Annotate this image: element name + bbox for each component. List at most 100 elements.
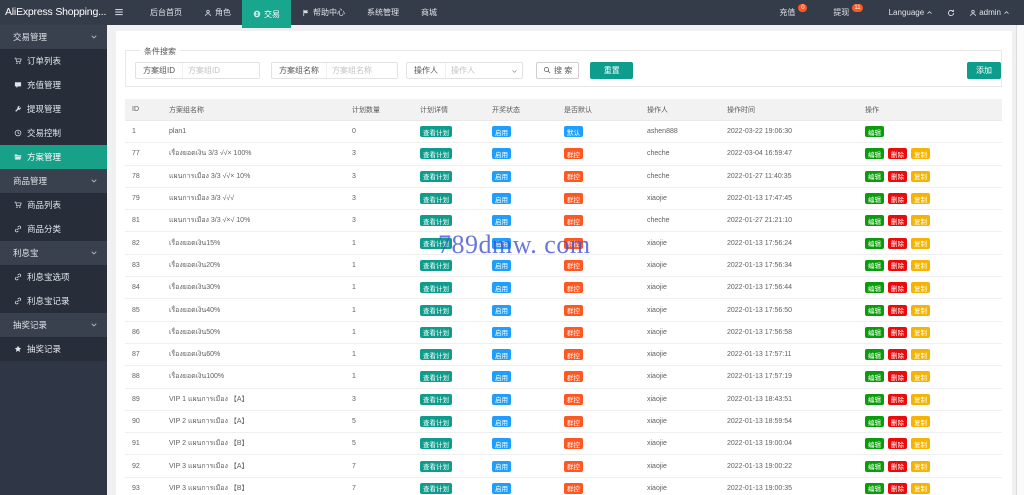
delete-button[interactable]: 删除 bbox=[888, 349, 907, 360]
sidebar-group-header[interactable]: 抽奖记录 bbox=[0, 313, 107, 337]
default-mode-button[interactable]: 群控 bbox=[564, 483, 583, 494]
copy-button[interactable]: 复制 bbox=[911, 305, 930, 316]
top-nav-item[interactable]: 商城 bbox=[410, 0, 448, 25]
default-mode-button[interactable]: 群控 bbox=[564, 394, 583, 405]
copy-button[interactable]: 复制 bbox=[911, 282, 930, 293]
view-plan-button[interactable]: 查看计划 bbox=[420, 438, 452, 449]
copy-button[interactable]: 复制 bbox=[911, 171, 930, 182]
copy-button[interactable]: 复制 bbox=[911, 193, 930, 204]
status-enabled-button[interactable]: 启用 bbox=[492, 126, 511, 137]
edit-button[interactable]: 编辑 bbox=[865, 215, 884, 226]
edit-button[interactable]: 编辑 bbox=[865, 126, 884, 137]
delete-button[interactable]: 删除 bbox=[888, 282, 907, 293]
edit-button[interactable]: 编辑 bbox=[865, 327, 884, 338]
operator-select[interactable]: 操作人 bbox=[446, 63, 522, 78]
copy-button[interactable]: 复制 bbox=[911, 260, 930, 271]
edit-button[interactable]: 编辑 bbox=[865, 394, 884, 405]
delete-button[interactable]: 删除 bbox=[888, 238, 907, 249]
delete-button[interactable]: 删除 bbox=[888, 461, 907, 472]
default-mode-button[interactable]: 群控 bbox=[564, 416, 583, 427]
sidebar-item[interactable]: 充值管理 bbox=[0, 73, 107, 97]
status-enabled-button[interactable]: 启用 bbox=[492, 349, 511, 360]
delete-button[interactable]: 删除 bbox=[888, 394, 907, 405]
edit-button[interactable]: 编辑 bbox=[865, 305, 884, 316]
view-plan-button[interactable]: 查看计划 bbox=[420, 305, 452, 316]
top-nav-item[interactable]: 帮助中心 bbox=[291, 0, 356, 25]
view-plan-button[interactable]: 查看计划 bbox=[420, 148, 452, 159]
delete-button[interactable]: 删除 bbox=[888, 483, 907, 494]
status-enabled-button[interactable]: 启用 bbox=[492, 148, 511, 159]
default-mode-button[interactable]: 群控 bbox=[564, 193, 583, 204]
copy-button[interactable]: 复制 bbox=[911, 327, 930, 338]
delete-button[interactable]: 删除 bbox=[888, 260, 907, 271]
edit-button[interactable]: 编辑 bbox=[865, 483, 884, 494]
top-nav-item[interactable]: 系统管理 bbox=[356, 0, 410, 25]
copy-button[interactable]: 复制 bbox=[911, 461, 930, 472]
view-plan-button[interactable]: 查看计划 bbox=[420, 327, 452, 338]
default-mode-button[interactable]: 默认 bbox=[564, 126, 583, 137]
view-plan-button[interactable]: 查看计划 bbox=[420, 260, 452, 271]
edit-button[interactable]: 编辑 bbox=[865, 238, 884, 249]
delete-button[interactable]: 删除 bbox=[888, 327, 907, 338]
edit-button[interactable]: 编辑 bbox=[865, 148, 884, 159]
copy-button[interactable]: 复制 bbox=[911, 215, 930, 226]
sidebar-item[interactable]: 订单列表 bbox=[0, 49, 107, 73]
status-enabled-button[interactable]: 启用 bbox=[492, 461, 511, 472]
status-enabled-button[interactable]: 启用 bbox=[492, 260, 511, 271]
edit-button[interactable]: 编辑 bbox=[865, 349, 884, 360]
view-plan-button[interactable]: 查看计划 bbox=[420, 461, 452, 472]
copy-button[interactable]: 复制 bbox=[911, 438, 930, 449]
copy-button[interactable]: 复制 bbox=[911, 483, 930, 494]
sidebar-item[interactable]: 抽奖记录 bbox=[0, 337, 107, 361]
delete-button[interactable]: 删除 bbox=[888, 371, 907, 382]
plan-group-name-input[interactable] bbox=[327, 63, 397, 78]
copy-button[interactable]: 复制 bbox=[911, 394, 930, 405]
default-mode-button[interactable]: 群控 bbox=[564, 349, 583, 360]
view-plan-button[interactable]: 查看计划 bbox=[420, 416, 452, 427]
default-mode-button[interactable]: 群控 bbox=[564, 461, 583, 472]
user-menu[interactable]: admin bbox=[963, 0, 1016, 25]
sidebar-item[interactable]: 利息宝记录 bbox=[0, 289, 107, 313]
status-enabled-button[interactable]: 启用 bbox=[492, 171, 511, 182]
copy-button[interactable]: 复制 bbox=[911, 148, 930, 159]
plan-group-id-input[interactable] bbox=[183, 63, 259, 78]
sidebar-toggle-button[interactable] bbox=[107, 0, 131, 25]
copy-button[interactable]: 复制 bbox=[911, 371, 930, 382]
status-enabled-button[interactable]: 启用 bbox=[492, 215, 511, 226]
view-plan-button[interactable]: 查看计划 bbox=[420, 349, 452, 360]
default-mode-button[interactable]: 群控 bbox=[564, 438, 583, 449]
status-enabled-button[interactable]: 启用 bbox=[492, 193, 511, 204]
view-plan-button[interactable]: 查看计划 bbox=[420, 238, 452, 249]
view-plan-button[interactable]: 查看计划 bbox=[420, 371, 452, 382]
view-plan-button[interactable]: 查看计划 bbox=[420, 193, 452, 204]
default-mode-button[interactable]: 群控 bbox=[564, 371, 583, 382]
sidebar-group-header[interactable]: 交易管理 bbox=[0, 25, 107, 49]
view-plan-button[interactable]: 查看计划 bbox=[420, 394, 452, 405]
sidebar-item[interactable]: 利息宝选项 bbox=[0, 265, 107, 289]
top-nav-item[interactable]: 角色 bbox=[193, 0, 242, 25]
edit-button[interactable]: 编辑 bbox=[865, 193, 884, 204]
status-enabled-button[interactable]: 启用 bbox=[492, 483, 511, 494]
top-nav-item[interactable]: 交易 bbox=[242, 0, 291, 28]
delete-button[interactable]: 删除 bbox=[888, 215, 907, 226]
top-nav-item[interactable]: 后台首页 bbox=[139, 0, 193, 25]
status-enabled-button[interactable]: 启用 bbox=[492, 371, 511, 382]
default-mode-button[interactable]: 群控 bbox=[564, 327, 583, 338]
status-enabled-button[interactable]: 启用 bbox=[492, 327, 511, 338]
sidebar-group-header[interactable]: 利息宝 bbox=[0, 241, 107, 265]
search-button[interactable]: 搜 索 bbox=[536, 62, 579, 79]
edit-button[interactable]: 编辑 bbox=[865, 461, 884, 472]
default-mode-button[interactable]: 群控 bbox=[564, 171, 583, 182]
default-mode-button[interactable]: 群控 bbox=[564, 238, 583, 249]
status-enabled-button[interactable]: 启用 bbox=[492, 438, 511, 449]
sidebar-item[interactable]: 商品分类 bbox=[0, 217, 107, 241]
page-scrollbar[interactable] bbox=[1016, 25, 1024, 495]
copy-button[interactable]: 复制 bbox=[911, 416, 930, 427]
delete-button[interactable]: 删除 bbox=[888, 416, 907, 427]
recharge-link[interactable]: 充值 0 bbox=[773, 0, 813, 25]
view-plan-button[interactable]: 查看计划 bbox=[420, 171, 452, 182]
copy-button[interactable]: 复制 bbox=[911, 349, 930, 360]
delete-button[interactable]: 删除 bbox=[888, 171, 907, 182]
edit-button[interactable]: 编辑 bbox=[865, 282, 884, 293]
delete-button[interactable]: 删除 bbox=[888, 193, 907, 204]
